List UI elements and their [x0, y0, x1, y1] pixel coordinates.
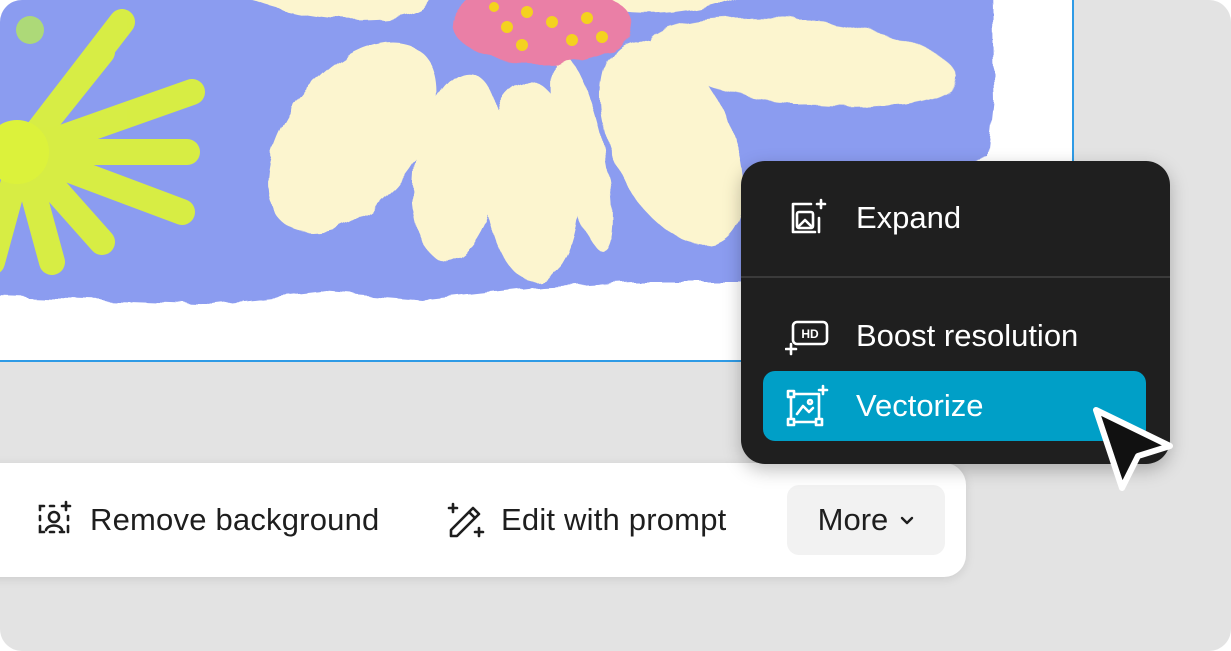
menu-item-expand-label: Expand — [856, 200, 962, 235]
hd-icon: HD — [785, 320, 829, 356]
workspace: Remove background Edit with prompt More — [0, 0, 1231, 651]
image-action-toolbar: Remove background Edit with prompt More — [0, 463, 966, 577]
chevron-down-icon — [901, 516, 914, 525]
menu-item-expand[interactable]: Expand — [763, 183, 1146, 253]
menu-divider — [741, 276, 1170, 278]
more-label: More — [817, 502, 889, 537]
more-dropdown-button[interactable]: More — [787, 485, 945, 555]
svg-text:HD: HD — [801, 327, 819, 341]
menu-item-boost-resolution-label: Boost resolution — [856, 318, 1079, 353]
menu-item-boost-resolution[interactable]: HD Boost resolution — [763, 301, 1146, 371]
mouse-pointer-icon — [1093, 407, 1173, 491]
magic-wand-icon — [447, 502, 485, 538]
remove-background-button[interactable]: Remove background — [36, 463, 379, 577]
vectorize-icon — [786, 384, 829, 427]
remove-background-icon — [38, 500, 72, 534]
menu-item-vectorize-label: Vectorize — [856, 388, 984, 423]
edit-with-prompt-button[interactable]: Edit with prompt — [445, 463, 726, 577]
expand-image-icon — [791, 198, 827, 234]
remove-background-label: Remove background — [90, 502, 380, 537]
edit-with-prompt-label: Edit with prompt — [501, 502, 727, 537]
